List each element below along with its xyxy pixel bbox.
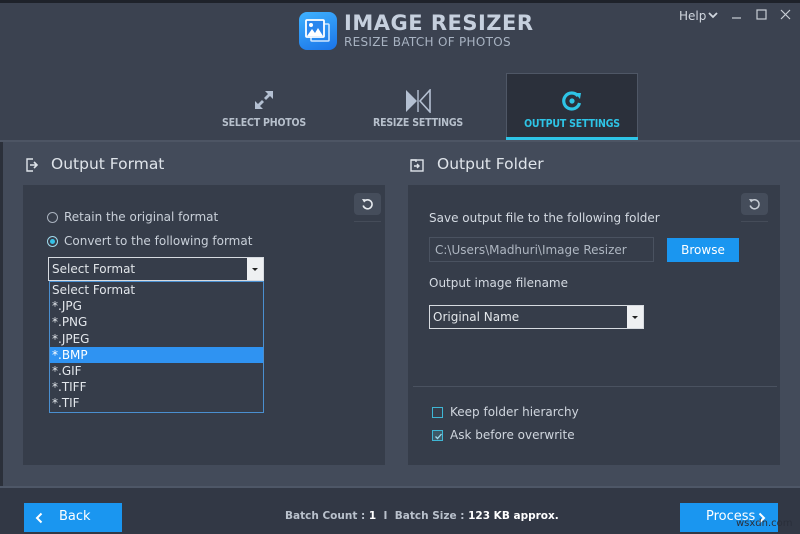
expand-arrows-icon (255, 91, 273, 109)
filename-select[interactable]: Original Name (429, 305, 644, 329)
checkbox-ask-overwrite[interactable]: Ask before overwrite (432, 428, 575, 442)
tab-label: RESIZE SETTINGS (373, 117, 463, 129)
checkbox-label: Keep folder hierarchy (450, 405, 579, 419)
minimize-icon[interactable] (727, 6, 747, 24)
dropdown-item[interactable]: Select Format (50, 282, 263, 298)
maximize-icon[interactable] (751, 6, 771, 24)
batch-count-label: Batch Count : (285, 510, 366, 522)
format-select[interactable]: Select Format (48, 257, 264, 281)
folder-path-input[interactable]: C:\Users\Madhuri\Image Resizer (429, 237, 654, 262)
reset-format-button[interactable] (354, 193, 381, 215)
dropdown-arrow-icon[interactable] (627, 306, 643, 328)
dropdown-item[interactable]: *.JPG (50, 298, 263, 314)
save-folder-label: Save output file to the following folder (429, 211, 660, 225)
refresh-c-icon (562, 91, 582, 111)
window-top-edge (0, 0, 800, 3)
watermark: wsxdn.com (736, 518, 793, 529)
reset-underline (741, 221, 768, 222)
checkbox-checked[interactable] (432, 429, 443, 441)
filename-label: Output image filename (429, 276, 568, 290)
app-logo-icon (299, 12, 337, 50)
batch-stats: Batch Count : 1 I Batch Size : 123 KB ap… (285, 510, 559, 522)
output-folder-heading: Output Folder (437, 155, 544, 173)
dropdown-item-highlighted[interactable]: *.BMP (50, 346, 263, 363)
checkbox-keep-hierarchy[interactable]: Keep folder hierarchy (432, 405, 579, 419)
checkbox[interactable] (432, 406, 443, 418)
dropdown-arrow-icon[interactable] (247, 258, 263, 280)
close-icon[interactable] (776, 6, 796, 24)
app-title: IMAGE RESIZER (344, 11, 534, 35)
radio-retain-format[interactable]: Retain the original format (47, 210, 218, 224)
format-select-value: Select Format (52, 262, 136, 276)
export-file-icon (26, 158, 39, 172)
radio-convert-format[interactable]: Convert to the following format (47, 234, 252, 248)
tab-label: SELECT PHOTOS (222, 117, 306, 129)
back-button[interactable]: Back (24, 503, 122, 532)
dropdown-item[interactable]: *.TIF (50, 395, 263, 411)
footer-divider (0, 486, 800, 488)
browse-button[interactable]: Browse (667, 238, 739, 262)
radio-label: Convert to the following format (64, 234, 253, 248)
reset-icon (749, 199, 760, 210)
help-menu[interactable]: Help (679, 9, 706, 23)
radio-button[interactable] (47, 211, 58, 223)
resize-bowtie-icon (406, 89, 431, 113)
tab-resize-settings[interactable]: RESIZE SETTINGS (352, 73, 484, 138)
dropdown-item[interactable]: *.GIF (50, 363, 263, 379)
checkmark-icon (435, 433, 442, 439)
dropdown-item[interactable]: *.JPEG (50, 331, 263, 347)
filename-select-value: Original Name (433, 310, 520, 324)
chevron-down-icon[interactable] (707, 10, 719, 20)
reset-folder-button[interactable] (741, 193, 768, 215)
window-left-edge (0, 142, 3, 486)
radio-button-checked[interactable] (47, 235, 58, 247)
folder-import-icon (410, 159, 424, 172)
tab-label: OUTPUT SETTINGS (524, 118, 620, 130)
chevron-left-icon (35, 512, 43, 524)
checkbox-label: Ask before overwrite (450, 428, 575, 442)
section-divider (413, 386, 777, 387)
dropdown-item[interactable]: *.PNG (50, 314, 263, 330)
radio-label: Retain the original format (64, 210, 219, 224)
reset-underline (354, 221, 381, 222)
stats-separator: I (383, 510, 388, 522)
tab-output-settings[interactable]: OUTPUT SETTINGS (506, 73, 638, 138)
output-format-heading: Output Format (51, 155, 165, 173)
reset-icon (362, 199, 373, 210)
app-subtitle: RESIZE BATCH OF PHOTOS (344, 35, 511, 49)
tab-select-photos[interactable]: SELECT PHOTOS (198, 73, 330, 138)
dropdown-item[interactable]: *.TIFF (50, 379, 263, 395)
format-dropdown-list[interactable]: Select Format *.JPG *.PNG *.JPEG *.BMP *… (49, 281, 264, 413)
back-label: Back (59, 509, 91, 524)
batch-size-value: 123 KB approx. (468, 510, 559, 522)
batch-size-label: Batch Size : (394, 510, 465, 522)
batch-count-value: 1 (368, 510, 377, 522)
